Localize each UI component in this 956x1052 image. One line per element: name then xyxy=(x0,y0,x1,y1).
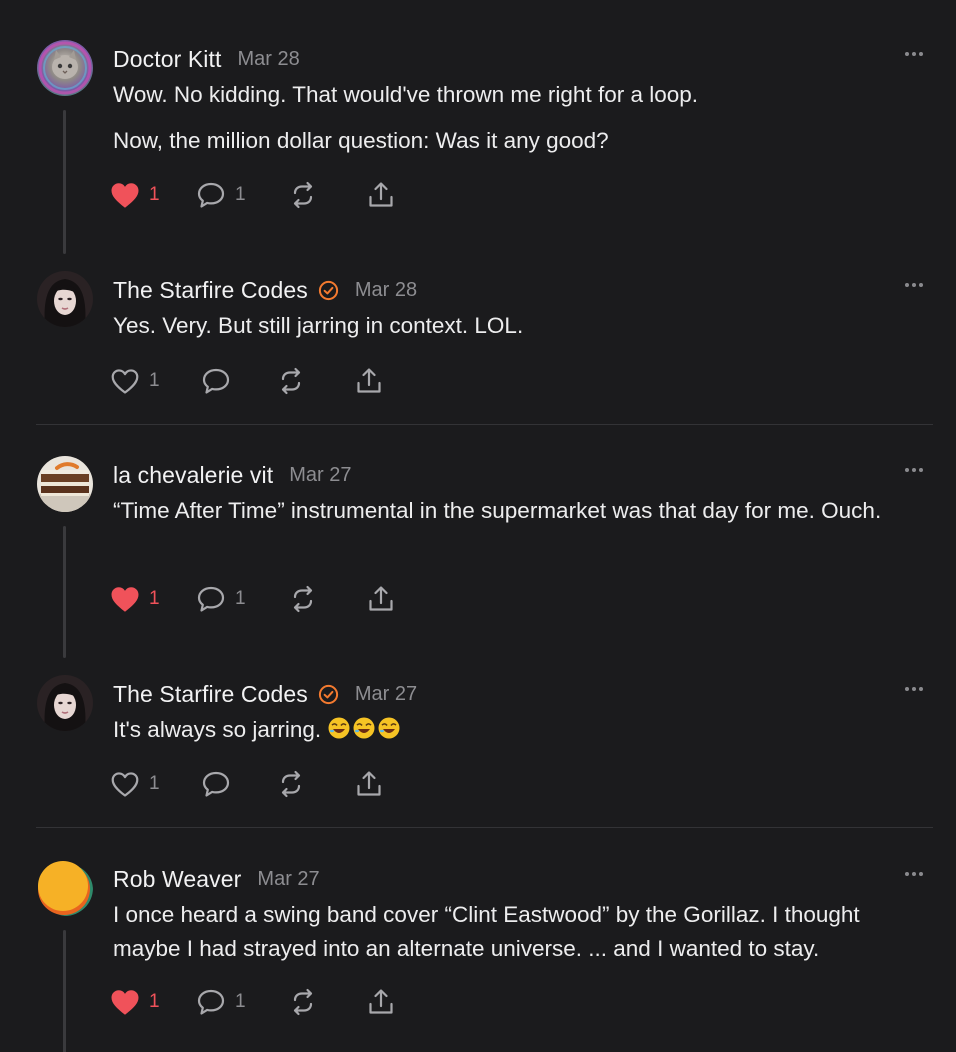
share-button[interactable] xyxy=(366,985,396,1019)
share-button[interactable] xyxy=(366,178,396,212)
restack-button[interactable] xyxy=(288,178,318,212)
share-icon xyxy=(366,987,396,1017)
like-button[interactable]: 1 xyxy=(110,364,160,398)
divider xyxy=(36,424,933,425)
author-name[interactable]: The Starfire Codes xyxy=(113,277,308,304)
comment-text: It's always so jarring. xyxy=(113,717,322,742)
reply-button[interactable]: 1 xyxy=(196,985,246,1019)
restack-button[interactable] xyxy=(288,985,318,1019)
ellipsis-icon[interactable] xyxy=(905,687,923,691)
ellipsis-icon[interactable] xyxy=(905,872,923,876)
speech-bubble-icon xyxy=(196,988,226,1016)
reply-button[interactable]: 1 xyxy=(196,582,246,616)
comment-date[interactable]: Mar 27 xyxy=(355,683,417,706)
restack-button[interactable] xyxy=(276,767,306,801)
reply-count: 1 xyxy=(235,588,246,609)
comment-paragraph: It's always so jarring. xyxy=(113,713,933,750)
like-count: 1 xyxy=(149,773,160,794)
heart-icon xyxy=(110,771,140,798)
comment-body: Yes. Very. But still jarring in context.… xyxy=(113,309,933,343)
speech-bubble-icon xyxy=(196,181,226,209)
comment-paragraph: Yes. Very. But still jarring in context.… xyxy=(113,313,524,338)
ellipsis-icon[interactable] xyxy=(905,283,923,287)
comment-date[interactable]: Mar 27 xyxy=(289,464,351,487)
speech-bubble-icon xyxy=(201,367,231,395)
comment-paragraph: Wow. No kidding. That would've thrown me… xyxy=(113,82,699,107)
avatar[interactable] xyxy=(37,456,93,512)
comment-body: It's always so jarring. xyxy=(113,713,933,750)
action-bar: 1 1 xyxy=(110,178,510,212)
comment-paragraph: Now, the million dollar question: Was it… xyxy=(113,128,609,153)
divider xyxy=(36,827,933,828)
heart-icon xyxy=(110,182,140,209)
comment-date[interactable]: Mar 28 xyxy=(237,48,299,71)
reply-count: 1 xyxy=(235,184,246,205)
like-button[interactable]: 1 xyxy=(110,582,160,616)
comment-header: Doctor Kitt Mar 28 xyxy=(113,44,300,74)
like-count: 1 xyxy=(149,588,160,609)
share-icon xyxy=(366,180,396,210)
author-name[interactable]: Rob Weaver xyxy=(113,866,241,893)
restack-button[interactable] xyxy=(288,582,318,616)
author-name[interactable]: Doctor Kitt xyxy=(113,46,221,73)
restack-button[interactable] xyxy=(276,364,306,398)
speech-bubble-icon xyxy=(201,770,231,798)
comment-header: Rob Weaver Mar 27 xyxy=(113,864,320,894)
verified-badge-icon xyxy=(318,684,339,705)
thread-line xyxy=(63,526,66,658)
like-button[interactable]: 1 xyxy=(110,178,160,212)
thread-line xyxy=(63,930,66,1052)
author-name[interactable]: The Starfire Codes xyxy=(113,681,308,708)
comment-header: The Starfire Codes Mar 27 xyxy=(113,679,417,709)
share-button[interactable] xyxy=(354,767,384,801)
avatar[interactable] xyxy=(37,860,93,916)
share-button[interactable] xyxy=(366,582,396,616)
restack-icon xyxy=(288,180,318,210)
share-icon xyxy=(366,584,396,614)
share-icon xyxy=(354,366,384,396)
restack-icon xyxy=(288,584,318,614)
author-name[interactable]: la chevalerie vit xyxy=(113,462,273,489)
action-bar: 1 xyxy=(110,767,510,801)
verified-badge-icon xyxy=(318,280,339,301)
comment-body: Wow. No kidding. That would've thrown me… xyxy=(113,78,933,158)
restack-icon xyxy=(276,366,306,396)
like-button[interactable]: 1 xyxy=(110,985,160,1019)
heart-icon xyxy=(110,368,140,395)
share-icon xyxy=(354,769,384,799)
reply-button[interactable]: 1 xyxy=(196,178,246,212)
comment-header: The Starfire Codes Mar 28 xyxy=(113,275,417,305)
share-button[interactable] xyxy=(354,364,384,398)
like-count: 1 xyxy=(149,184,160,205)
heart-icon xyxy=(110,989,140,1016)
avatar[interactable] xyxy=(37,40,93,96)
comment-paragraph: I once heard a swing band cover “Clint E… xyxy=(113,902,860,961)
ellipsis-icon[interactable] xyxy=(905,468,923,472)
comment-body: I once heard a swing band cover “Clint E… xyxy=(113,898,933,966)
restack-icon xyxy=(276,769,306,799)
like-button[interactable]: 1 xyxy=(110,767,160,801)
reply-button[interactable] xyxy=(201,364,240,398)
comment-date[interactable]: Mar 27 xyxy=(257,868,319,891)
restack-icon xyxy=(288,987,318,1017)
thread-line xyxy=(63,110,66,254)
comment-header: la chevalerie vit Mar 27 xyxy=(113,460,351,490)
avatar[interactable] xyxy=(37,675,93,731)
action-bar: 1 1 xyxy=(110,985,510,1019)
rolling-laughing-emoji-group xyxy=(327,716,403,750)
reply-count: 1 xyxy=(235,991,246,1012)
comment-paragraph: “Time After Time” instrumental in the su… xyxy=(113,498,882,523)
avatar[interactable] xyxy=(37,271,93,327)
action-bar: 1 xyxy=(110,364,510,398)
action-bar: 1 1 xyxy=(110,582,510,616)
like-count: 1 xyxy=(149,991,160,1012)
heart-icon xyxy=(110,586,140,613)
comment-body: “Time After Time” instrumental in the su… xyxy=(113,494,933,528)
reply-button[interactable] xyxy=(201,767,240,801)
ellipsis-icon[interactable] xyxy=(905,52,923,56)
comment-date[interactable]: Mar 28 xyxy=(355,279,417,302)
speech-bubble-icon xyxy=(196,585,226,613)
like-count: 1 xyxy=(149,370,160,391)
comment-feed: Doctor Kitt Mar 28 Wow. No kidding. That… xyxy=(0,0,956,1052)
